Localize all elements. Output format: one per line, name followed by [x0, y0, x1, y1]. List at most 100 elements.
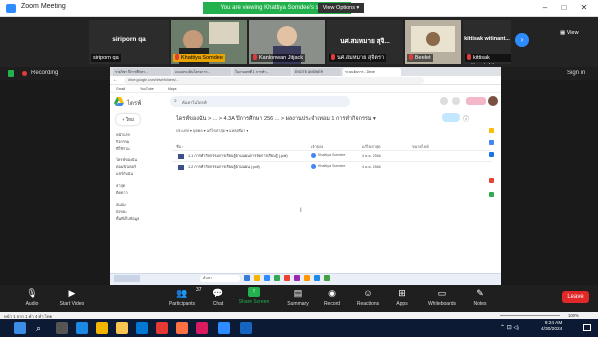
chrome-icon[interactable]	[96, 322, 108, 334]
sidebar-item[interactable]: ไดรฟ์ของฉัน	[116, 157, 137, 163]
edge-icon[interactable]	[76, 322, 88, 334]
app-icon[interactable]	[244, 275, 250, 281]
taskbar-clock[interactable]: 9:24 AM 4/30/2024	[541, 321, 562, 333]
contacts-icon[interactable]	[489, 178, 494, 183]
record-icon: ◉	[328, 288, 336, 298]
add-on-icon[interactable]	[489, 192, 494, 197]
store-icon[interactable]	[136, 322, 148, 334]
drive-title: ไดรฟ์	[127, 101, 142, 107]
reactions-button[interactable]: ☺ Reactions	[350, 287, 386, 309]
browser-tab-active[interactable]: ระบบจัดการ - Drive	[343, 68, 401, 76]
new-button[interactable]: + ใหม่	[116, 114, 140, 125]
participant-tile[interactable]: Kanlonwan Jitjack	[249, 20, 325, 64]
zoom-taskbar-icon[interactable]	[218, 322, 230, 334]
zoom-logo-icon	[6, 4, 16, 13]
help-icon[interactable]	[440, 97, 448, 105]
windows-start-icon[interactable]	[14, 322, 26, 334]
keep-icon[interactable]	[489, 140, 494, 145]
whiteboards-button[interactable]: ▭ Whiteboards	[420, 287, 464, 309]
leave-button[interactable]: Leave	[562, 291, 589, 303]
participant-tile[interactable]: siriporn qa siriporn qa	[89, 20, 169, 64]
app-icon[interactable]	[304, 275, 310, 281]
avatar[interactable]	[488, 96, 498, 106]
table-row[interactable]: 1.2 การทำกิจกรรมการเรียนรู้ตามแผน (.pdf)…	[172, 161, 492, 171]
sidebar-item[interactable]: ที่ใช้ร่วม	[116, 146, 130, 152]
participant-tile[interactable]: kittisak witinant... kittisak witinantak…	[463, 20, 511, 64]
maximize-button[interactable]: □	[556, 2, 572, 14]
sign-in-link[interactable]: Sign in	[567, 70, 585, 76]
start-video-button[interactable]: ▶ Start Video	[54, 287, 90, 309]
word-icon[interactable]	[314, 275, 320, 281]
file-explorer-icon[interactable]	[116, 322, 128, 334]
app-icon[interactable]	[196, 322, 208, 334]
calendar-icon[interactable]	[489, 128, 494, 133]
participant-tile[interactable]: นศ.สมหมาย สุจิ... นศ.สมหมาย สุจิตรา	[327, 20, 403, 64]
notification-icon[interactable]	[583, 324, 591, 331]
sidebar-item[interactable]: แชร์กับฉัน	[116, 171, 133, 177]
notes-button[interactable]: ✎ Notes	[462, 287, 498, 309]
close-button[interactable]: ✕	[576, 2, 592, 14]
info-icon[interactable]: ⓘ	[463, 114, 469, 123]
search-icon[interactable]: ⌕	[36, 322, 48, 334]
audio-button[interactable]: 🎙 Audio	[14, 287, 50, 309]
browser-tab[interactable]: ใบงานบทที่ 1 การทำ...	[233, 68, 291, 76]
sidebar-item[interactable]: สแปม	[116, 202, 126, 208]
browser-tab[interactable]: ENGTE ANSWER	[293, 68, 341, 76]
sidebar-item[interactable]: หน้าแรก	[116, 132, 130, 138]
bookmark[interactable]: Gmail	[116, 87, 125, 91]
apps-icon: ⊞	[398, 288, 406, 298]
list-view-toggle[interactable]	[442, 113, 460, 122]
app-icon[interactable]	[284, 275, 290, 281]
folder-icon[interactable]	[254, 275, 260, 281]
chrome-icon[interactable]	[274, 275, 280, 281]
apps-button[interactable]: ⊞ Apps	[384, 287, 420, 309]
zoom-icon[interactable]	[264, 275, 270, 281]
breadcrumb[interactable]: ไดรฟ์ของฉัน > ... > 4.3A ปีการศึกษา 256 …	[176, 115, 376, 123]
address-input[interactable]: drive.google.com/drive/folders/...	[124, 77, 424, 84]
participant-label: Khattiya Somdee	[181, 55, 223, 61]
view-options-button[interactable]: View Options ▾	[318, 3, 364, 13]
back-arrow-icon[interactable]: ←	[113, 77, 118, 83]
next-page-arrow-icon[interactable]: ›	[515, 33, 529, 47]
sidebar-item[interactable]: พื้นที่เก็บข้อมูล	[116, 216, 139, 222]
table-row[interactable]: 1.1 การทำกิจกรรมการเรียนรู้ตามแผนการจัดก…	[172, 150, 492, 160]
bookmark[interactable]: Maps	[168, 87, 177, 91]
app-icon[interactable]	[156, 322, 168, 334]
filter-chips[interactable]: ประเภท ▾ บุคคล ▾ แก้ไขล่าสุด ▾ แหล่งที่ม…	[176, 128, 248, 134]
chat-button[interactable]: 💬 Chat	[200, 287, 236, 309]
bookmark[interactable]: YouTube	[140, 87, 154, 91]
file-date: 4 ต.ค. 2566	[362, 165, 381, 169]
participant-tile[interactable]: Beelet	[405, 20, 461, 64]
sidebar-item[interactable]: ล่าสุด	[116, 183, 125, 189]
share-arrow-icon: ↑	[248, 287, 260, 297]
zoom-slider[interactable]	[500, 315, 560, 316]
account-badge[interactable]	[466, 97, 486, 105]
participant-tile[interactable]: Khattiya Somdee	[171, 20, 247, 64]
browser-tab[interactable]: แบบประเมินโครงการ...	[173, 68, 231, 76]
tasks-icon[interactable]	[489, 152, 494, 157]
sidebar-item[interactable]: ติดดาว	[116, 190, 128, 196]
sidebar-item[interactable]: ถังขยะ	[116, 209, 127, 215]
participant-label: kittisak witinantakit	[467, 55, 494, 64]
app-icon[interactable]	[176, 322, 188, 334]
sidebar-item[interactable]: คอมพิวเตอร์	[116, 164, 136, 170]
bookmarks-bar: Gmail YouTube Maps	[110, 85, 501, 93]
sidebar-item[interactable]: กิจกรรม	[116, 139, 129, 145]
system-tray-icons[interactable]: ⌃ ⊡ ◁ᵢ	[500, 324, 519, 331]
shared-search-box[interactable]: ค้นหา	[200, 275, 240, 282]
shield-icon[interactable]	[8, 70, 14, 77]
app-icon[interactable]	[294, 275, 300, 281]
summary-button[interactable]: ▤ Summary	[280, 287, 316, 309]
file-owner: Khattiya Somdee	[318, 153, 346, 157]
record-button[interactable]: ◉ Record	[314, 287, 350, 309]
excel-icon[interactable]	[324, 275, 330, 281]
settings-gear-icon[interactable]	[452, 97, 460, 105]
file-date: 4 ต.ค. 2566	[362, 154, 381, 158]
task-view-icon[interactable]	[56, 322, 68, 334]
minimize-button[interactable]: –	[537, 2, 553, 14]
view-button[interactable]: ▦ View	[560, 30, 579, 36]
word-taskbar-icon[interactable]	[240, 322, 252, 334]
browser-tab[interactable]: รายวิชา ปีการศึกษา...	[113, 68, 171, 76]
share-screen-button[interactable]: ↑ Share Screen	[236, 286, 272, 310]
weather-widget[interactable]	[114, 275, 140, 282]
